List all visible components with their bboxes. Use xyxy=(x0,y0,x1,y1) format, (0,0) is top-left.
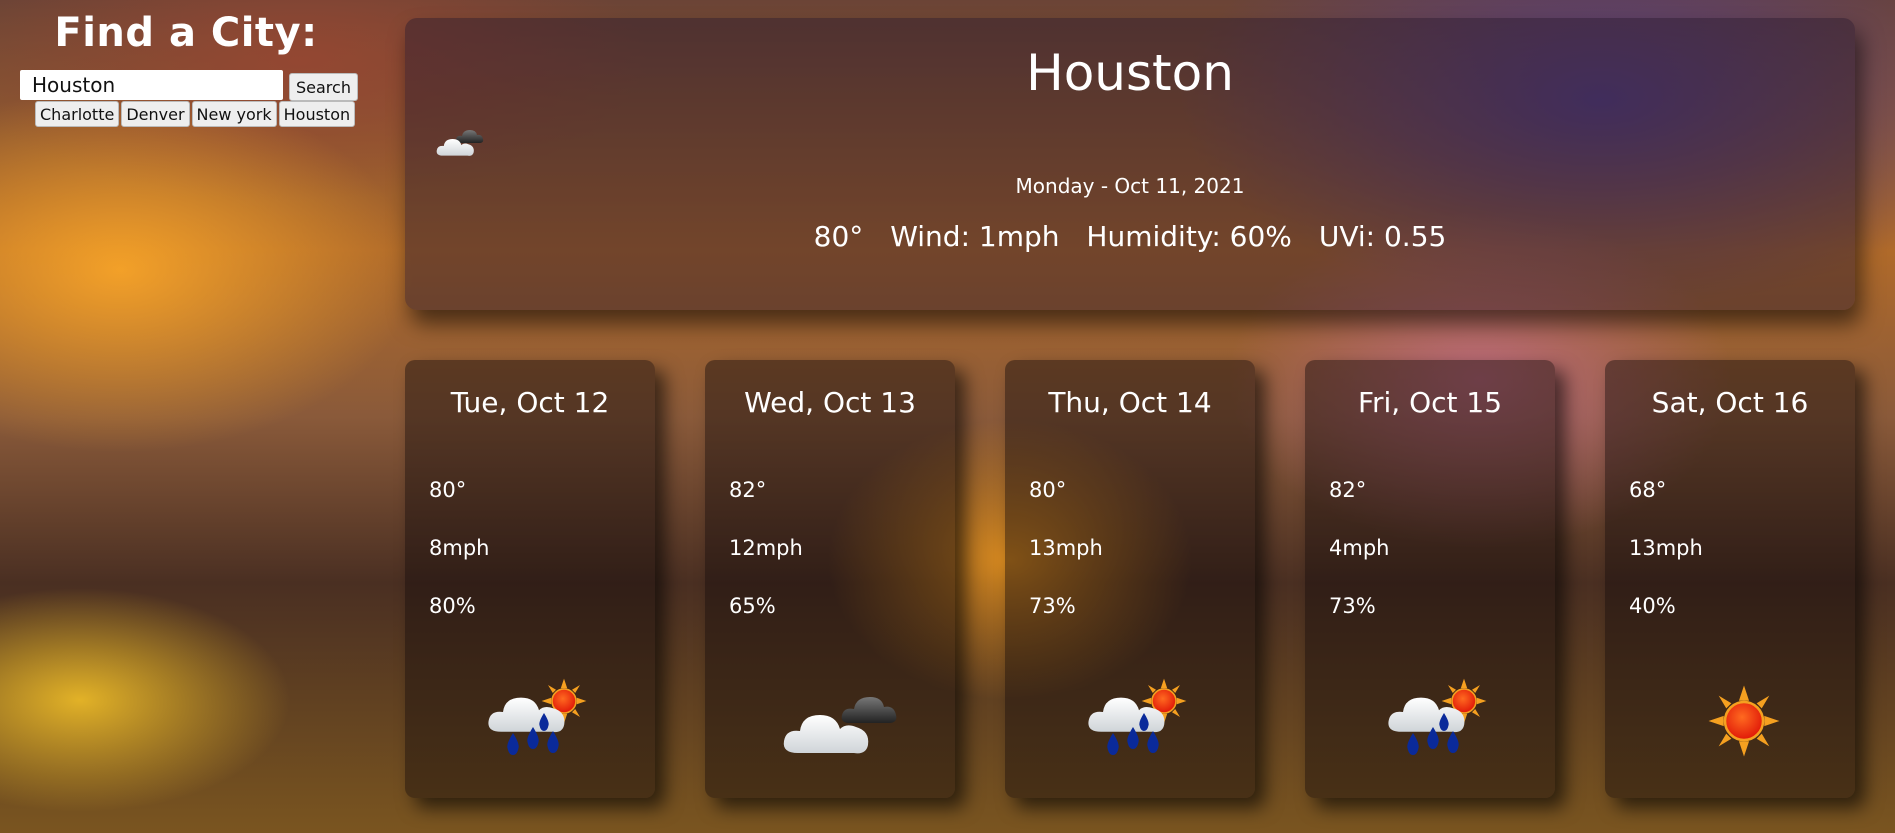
forecast-wind: 13mph xyxy=(1029,536,1103,560)
rain-sun-icon xyxy=(1088,677,1188,755)
forecast-wind: 12mph xyxy=(729,536,803,560)
forecast-wind: 13mph xyxy=(1629,536,1703,560)
history-button-houston[interactable]: Houston xyxy=(278,101,356,127)
current-city-name: Houston xyxy=(1026,44,1234,102)
current-weather-card: Houston Monday - Oct 11, 2021 80° Wind: … xyxy=(405,18,1855,310)
forecast-card: Tue, Oct 12 80° 8mph 80% xyxy=(405,360,655,798)
forecast-temp: 80° xyxy=(429,478,467,502)
forecast-day: Thu, Oct 14 xyxy=(1048,386,1212,419)
forecast-card: Sat, Oct 16 68° 13mph 40% xyxy=(1605,360,1855,798)
forecast-wind: 8mph xyxy=(429,536,490,560)
history-button-new-york[interactable]: New york xyxy=(191,101,277,127)
forecast-card: Wed, Oct 13 82° 12mph 65% xyxy=(705,360,955,798)
current-uvi: UVi: 0.55 xyxy=(1318,220,1447,253)
city-search-input[interactable] xyxy=(20,70,283,100)
search-history: Charlotte Denver New york Houston xyxy=(35,101,357,127)
forecast-humidity: 80% xyxy=(429,594,476,618)
current-humidity: Humidity: 60% xyxy=(1086,220,1292,253)
forecast-humidity: 73% xyxy=(1329,594,1376,618)
forecast-day: Wed, Oct 13 xyxy=(744,386,916,419)
forecast-day: Fri, Oct 15 xyxy=(1357,386,1503,419)
forecast-humidity: 65% xyxy=(729,594,776,618)
forecast-day: Sat, Oct 16 xyxy=(1651,386,1809,419)
forecast-wind: 4mph xyxy=(1329,536,1390,560)
history-button-charlotte[interactable]: Charlotte xyxy=(35,101,120,127)
forecast-temp: 82° xyxy=(1329,478,1367,502)
rain-sun-icon xyxy=(488,677,588,755)
current-wind: Wind: 1mph xyxy=(890,220,1060,253)
partly-cloudy-icon xyxy=(436,130,484,156)
search-button[interactable]: Search xyxy=(289,73,358,101)
current-date: Monday - Oct 11, 2021 xyxy=(1015,174,1245,198)
find-city-heading: Find a City: xyxy=(54,10,318,56)
five-day-forecast: Tue, Oct 12 80° 8mph 80% Wed, Oct 13 82°… xyxy=(405,360,1855,798)
cloudy-icon xyxy=(783,697,897,754)
forecast-humidity: 73% xyxy=(1029,594,1076,618)
current-temp: 80° xyxy=(813,220,864,253)
current-stats: 80° Wind: 1mph Humidity: 60% UVi: 0.55 xyxy=(405,220,1855,253)
sun-icon xyxy=(1707,684,1781,758)
history-button-denver[interactable]: Denver xyxy=(121,101,190,127)
forecast-day: Tue, Oct 12 xyxy=(450,386,610,419)
forecast-temp: 82° xyxy=(729,478,767,502)
forecast-temp: 80° xyxy=(1029,478,1067,502)
forecast-card: Thu, Oct 14 80° 13mph 73% xyxy=(1005,360,1255,798)
forecast-humidity: 40% xyxy=(1629,594,1676,618)
forecast-card: Fri, Oct 15 82° 4mph 73% xyxy=(1305,360,1555,798)
forecast-temp: 68° xyxy=(1629,478,1667,502)
rain-sun-icon xyxy=(1388,677,1488,755)
